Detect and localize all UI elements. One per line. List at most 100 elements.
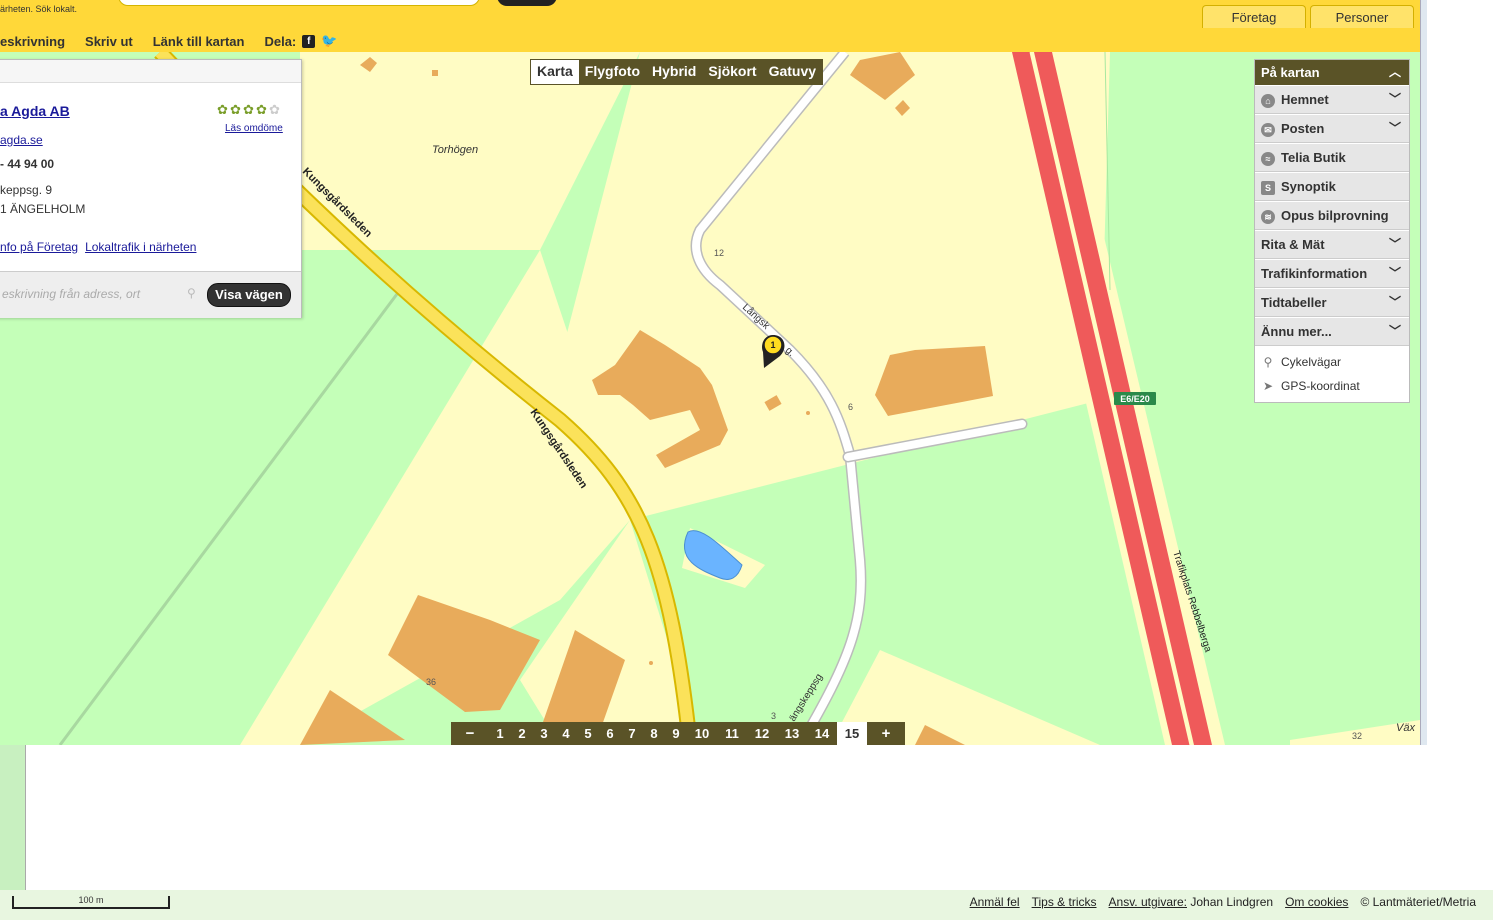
maptype-sjokort[interactable]: Sjökort [702,60,762,84]
chevron-up-icon[interactable]: ︿ [1389,60,1401,85]
onmap-item-rita[interactable]: Rita & Mät ﹀ [1255,230,1409,259]
onmap-item-telia[interactable]: ≈ Telia Butik [1255,143,1409,172]
show-route-button[interactable]: Visa vägen [207,283,291,307]
zoom-level-11[interactable]: 11 [717,722,747,745]
panel-topbar [0,60,301,83]
share-label: Dela: [264,33,297,49]
zoom-level-15[interactable]: 15 [837,722,867,745]
company-info-link[interactable]: nfo på Företag [0,240,78,254]
onmap-item-synoptik[interactable]: S Synoptik [1255,172,1409,201]
address-city: 1 ÄNGELHOLM [0,202,86,216]
slogan: ärheten. Sök lokalt. [0,4,78,14]
chevron-down-icon[interactable]: ﹀ [1389,289,1401,316]
rating-stars: ✿ ✿ ✿ ✿ ✿ [217,102,281,117]
zoom-level-2[interactable]: 2 [511,722,533,745]
chevron-down-icon[interactable]: ﹀ [1389,318,1401,345]
star-empty-icon: ✿ [269,102,280,117]
pin-icon[interactable]: ⚲ [187,286,196,300]
place-label: Torhögen [432,144,478,156]
onmap-extra-cykel[interactable]: ⚲ Cykelvägar [1261,350,1409,374]
company-info-panel: a Agda AB ✿ ✿ ✿ ✿ ✿ Läs omdöme agda.se -… [0,59,302,318]
maptype-gatuvy[interactable]: Gatuvy [763,60,822,84]
tab-personer[interactable]: Personer [1310,5,1414,28]
place-label: Väx [1396,722,1415,734]
read-review-link[interactable]: Läs omdöme [225,123,283,134]
zoom-level-7[interactable]: 7 [621,722,643,745]
description-link[interactable]: eskrivning [0,34,65,49]
onmap-item-opus[interactable]: ≋ Opus bilprovning [1255,201,1409,230]
footer-links: Anmäl fel Tips & tricks Ansv. utgivare: … [970,895,1476,909]
onmap-item-trafik[interactable]: Trafikinformation ﹀ [1255,259,1409,288]
website-link[interactable]: agda.se [0,133,43,147]
house-icon: ⌂ [1261,93,1275,108]
zoom-level-5[interactable]: 5 [577,722,599,745]
maptype-karta[interactable]: Karta [531,60,579,84]
onmap-extras: ⚲ Cykelvägar ➤ GPS-koordinat [1255,346,1409,402]
on-map-panel: På kartan ︿ ⌂ Hemnet ﹀ ✉ Posten ﹀ ≈ Telia But… [1254,59,1410,403]
house-number: 6 [848,402,853,412]
chevron-down-icon[interactable]: ﹀ [1389,115,1401,142]
zoom-level-9[interactable]: 9 [665,722,687,745]
onmap-extra-label: Cykelvägar [1281,355,1342,369]
map-type-switcher: Karta Flygfoto Hybrid Sjökort Gatuvy [530,59,824,85]
tab-foretag[interactable]: Företag [1202,5,1306,28]
zoom-level-10[interactable]: 10 [687,722,717,745]
onmap-item-label: Hemnet [1281,92,1329,107]
telia-icon: ≈ [1261,151,1275,166]
zoom-out-button[interactable]: − [451,722,489,745]
zoom-level-1[interactable]: 1 [489,722,511,745]
local-transit-link[interactable]: Lokaltrafik i närheten [85,240,196,254]
star-icon: ✿ [230,102,241,117]
on-map-header[interactable]: På kartan ︿ [1255,60,1409,85]
zoom-level-4[interactable]: 4 [555,722,577,745]
info-links: nfo på Företag Lokaltrafik i närheten [0,240,196,254]
house-number: 36 [426,677,436,687]
search-button[interactable] [497,0,557,6]
chevron-down-icon[interactable]: ﹀ [1389,260,1401,287]
publisher-name: Johan Lindgren [1190,895,1274,909]
maptype-flygfoto[interactable]: Flygfoto [579,60,646,84]
print-link[interactable]: Skriv ut [85,34,133,49]
map-link[interactable]: Länk till kartan [153,34,245,49]
report-error-link[interactable]: Anmäl fel [970,895,1020,909]
route-from-input[interactable] [0,284,196,304]
zoom-level-12[interactable]: 12 [747,722,777,745]
publisher-label-link[interactable]: Ansv. utgivare: [1109,895,1187,909]
zoom-level-13[interactable]: 13 [777,722,807,745]
opus-icon: ≋ [1261,209,1275,224]
zoom-level-6[interactable]: 6 [599,722,621,745]
onmap-item-posten[interactable]: ✉ Posten ﹀ [1255,114,1409,143]
star-icon: ✿ [217,102,228,117]
route-bar: ⚲ Visa vägen [0,271,301,318]
zoom-bar: − 1 2 3 4 5 6 7 8 9 10 11 12 13 14 15 + [451,722,905,745]
search-input[interactable] [118,0,480,6]
share-group: Dela: f 🐦 [264,33,337,49]
onmap-extra-gps[interactable]: ➤ GPS-koordinat [1261,374,1409,398]
post-icon: ✉ [1261,122,1275,137]
chevron-down-icon[interactable]: ﹀ [1389,86,1401,113]
synoptik-icon: S [1261,180,1275,195]
facebook-icon[interactable]: f [302,34,316,48]
zoom-in-button[interactable]: + [867,722,905,745]
scale-bar: 100 m [12,896,170,909]
bicycle-icon: ⚲ [1263,355,1273,369]
on-map-title: På kartan [1261,65,1320,80]
onmap-item-label: Opus bilprovning [1281,208,1389,223]
chevron-down-icon[interactable]: ﹀ [1389,231,1401,258]
left-strip [0,745,26,890]
onmap-item-label: Trafikinformation [1261,266,1368,281]
zoom-level-8[interactable]: 8 [643,722,665,745]
maptype-hybrid[interactable]: Hybrid [646,60,702,84]
onmap-item-tidtabeller[interactable]: Tidtabeller ﹀ [1255,288,1409,317]
company-name-link[interactable]: a Agda AB [0,103,70,119]
twitter-icon[interactable]: 🐦 [321,33,337,49]
onmap-item-mer[interactable]: Ännu mer... ﹀ [1255,317,1409,346]
onmap-item-label: Telia Butik [1281,150,1346,165]
copyright: © Lantmäteriet/Metria [1360,895,1476,909]
zoom-level-14[interactable]: 14 [807,722,837,745]
onmap-item-hemnet[interactable]: ⌂ Hemnet ﹀ [1255,85,1409,114]
svg-text:1: 1 [770,340,775,350]
cookies-link[interactable]: Om cookies [1285,895,1348,909]
zoom-level-3[interactable]: 3 [533,722,555,745]
tips-link[interactable]: Tips & tricks [1032,895,1097,909]
